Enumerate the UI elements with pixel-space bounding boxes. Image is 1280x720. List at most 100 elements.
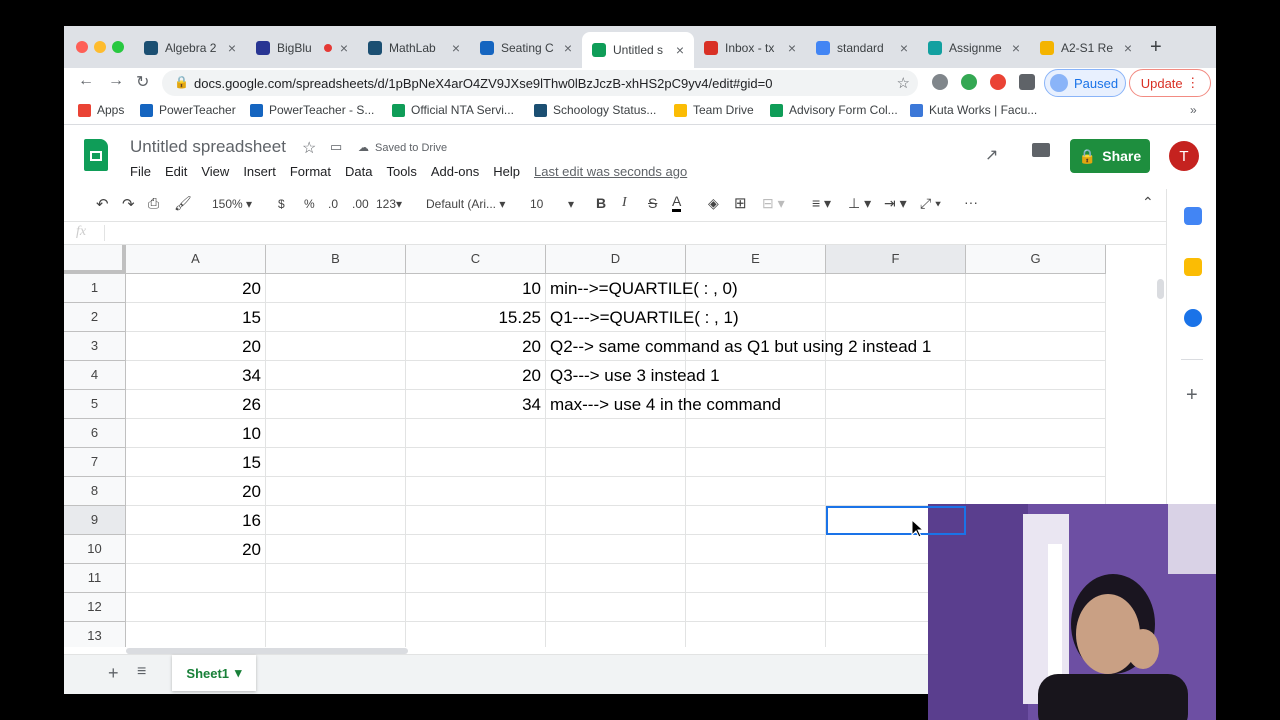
add-sheet-button[interactable]: +	[108, 663, 119, 684]
extension-screencastify-icon[interactable]	[990, 74, 1006, 90]
cell-b12[interactable]	[266, 593, 406, 622]
more-formats-button[interactable]: 123▾	[376, 197, 402, 211]
bookmark-item[interactable]: Advisory Form Col...	[770, 103, 898, 117]
row-header-9[interactable]: 9	[64, 506, 126, 535]
browser-tab[interactable]: Algebra 2 ×	[134, 34, 246, 62]
cell-g5[interactable]	[966, 390, 1106, 419]
column-header-d[interactable]: D	[546, 245, 686, 274]
profile-paused-button[interactable]: Paused	[1044, 69, 1126, 97]
increase-decimal-button[interactable]: .00	[352, 197, 369, 211]
cell-a13[interactable]	[126, 622, 266, 647]
cell-g8[interactable]	[966, 477, 1106, 506]
column-header-f[interactable]: F	[826, 245, 966, 274]
bookmark-item[interactable]: Schoology Status...	[534, 103, 656, 117]
cell-e7[interactable]	[686, 448, 826, 477]
menu-file[interactable]: File	[130, 164, 151, 179]
redo-icon[interactable]: ↷	[122, 195, 135, 213]
column-header-e[interactable]: E	[686, 245, 826, 274]
bold-button[interactable]: B	[596, 195, 606, 211]
horizontal-align-icon[interactable]: ≡ ▾	[812, 195, 831, 212]
cell-d2[interactable]: Q1--->=QUARTILE( : , 1)	[546, 303, 739, 332]
row-header-4[interactable]: 4	[64, 361, 126, 390]
row-header-10[interactable]: 10	[64, 535, 126, 564]
cell-b4[interactable]	[266, 361, 406, 390]
cell-a2[interactable]: 15	[126, 303, 266, 332]
column-header-a[interactable]: A	[126, 245, 266, 274]
cell-a10[interactable]: 20	[126, 535, 266, 564]
menu-addons[interactable]: Add-ons	[431, 164, 479, 179]
currency-format-button[interactable]: $	[278, 197, 285, 211]
cell-c12[interactable]	[406, 593, 546, 622]
update-button[interactable]: Update ⋮	[1129, 69, 1211, 97]
menu-edit[interactable]: Edit	[165, 164, 187, 179]
percent-format-button[interactable]: %	[304, 197, 315, 211]
browser-tab[interactable]: Assignme ×	[918, 34, 1030, 62]
cell-c3[interactable]: 20	[406, 332, 546, 361]
print-icon[interactable]: ⎙	[148, 195, 159, 212]
row-header-11[interactable]: 11	[64, 564, 126, 593]
cell-d12[interactable]	[546, 593, 686, 622]
cell-b2[interactable]	[266, 303, 406, 332]
column-header-b[interactable]: B	[266, 245, 406, 274]
font-size-dropdown-icon[interactable]: ▾	[568, 197, 574, 211]
maximize-window-button[interactable]	[112, 41, 124, 53]
cell-e6[interactable]	[686, 419, 826, 448]
cell-d5[interactable]: max---> use 4 in the command	[546, 390, 781, 419]
share-button[interactable]: 🔒 Share	[1070, 139, 1150, 173]
cell-f1[interactable]	[826, 274, 966, 303]
cell-e12[interactable]	[686, 593, 826, 622]
bookmarks-overflow-button[interactable]: »	[1190, 103, 1197, 117]
close-tab-icon[interactable]: ×	[336, 40, 352, 56]
cell-d7[interactable]	[546, 448, 686, 477]
row-header-6[interactable]: 6	[64, 419, 126, 448]
browser-tab[interactable]: Inbox - tx ×	[694, 34, 806, 62]
cell-d11[interactable]	[546, 564, 686, 593]
text-rotation-icon[interactable]: ⤢ ▾	[920, 195, 941, 212]
forward-icon[interactable]: →	[108, 72, 124, 90]
browser-tab[interactable]: A2-S1 Re ×	[1030, 34, 1142, 62]
menu-tools[interactable]: Tools	[386, 164, 416, 179]
cell-b6[interactable]	[266, 419, 406, 448]
bookmark-item[interactable]: PowerTeacher	[140, 103, 236, 117]
close-tab-icon[interactable]: ×	[560, 40, 576, 56]
back-icon[interactable]: ←	[78, 72, 94, 90]
close-tab-icon[interactable]: ×	[784, 40, 800, 56]
cell-f7[interactable]	[826, 448, 966, 477]
font-size-select[interactable]: 10	[530, 197, 543, 211]
explore-trend-icon[interactable]: ↗	[985, 145, 998, 165]
comment-history-icon[interactable]	[1032, 143, 1050, 157]
sheets-logo-icon[interactable]	[84, 139, 108, 171]
cell-a5[interactable]: 26	[126, 390, 266, 419]
cell-b13[interactable]	[266, 622, 406, 647]
cell-d6[interactable]	[546, 419, 686, 448]
cell-a4[interactable]: 34	[126, 361, 266, 390]
close-tab-icon[interactable]: ×	[672, 42, 688, 58]
reload-icon[interactable]: ↻	[136, 72, 149, 92]
row-header-2[interactable]: 2	[64, 303, 126, 332]
move-folder-icon[interactable]: ▭	[330, 139, 342, 155]
account-avatar[interactable]: T	[1169, 141, 1199, 171]
cell-c13[interactable]	[406, 622, 546, 647]
italic-button[interactable]: I	[622, 195, 627, 211]
cell-e9[interactable]	[686, 506, 826, 535]
browser-tab[interactable]: Seating C ×	[470, 34, 582, 62]
cell-c9[interactable]	[406, 506, 546, 535]
tasks-icon[interactable]	[1184, 309, 1202, 327]
browser-tab[interactable]: MathLab ×	[358, 34, 470, 62]
cell-d1[interactable]: min-->=QUARTILE( : , 0)	[546, 274, 738, 303]
select-all-corner[interactable]	[64, 245, 126, 274]
last-edit-link[interactable]: Last edit was seconds ago	[534, 164, 687, 179]
strikethrough-button[interactable]: S	[648, 195, 657, 211]
row-header-5[interactable]: 5	[64, 390, 126, 419]
chevron-down-icon[interactable]: ▾	[235, 665, 242, 681]
browser-tab[interactable]: Untitled s ×	[582, 32, 694, 68]
cell-f2[interactable]	[826, 303, 966, 332]
cell-c4[interactable]: 20	[406, 361, 546, 390]
cell-b10[interactable]	[266, 535, 406, 564]
vertical-align-icon[interactable]: ⊥ ▾	[848, 195, 871, 212]
browser-tab[interactable]: standard ×	[806, 34, 918, 62]
cell-a11[interactable]	[126, 564, 266, 593]
cell-g6[interactable]	[966, 419, 1106, 448]
close-tab-icon[interactable]: ×	[896, 40, 912, 56]
all-sheets-list-icon[interactable]: ≡	[137, 663, 146, 681]
